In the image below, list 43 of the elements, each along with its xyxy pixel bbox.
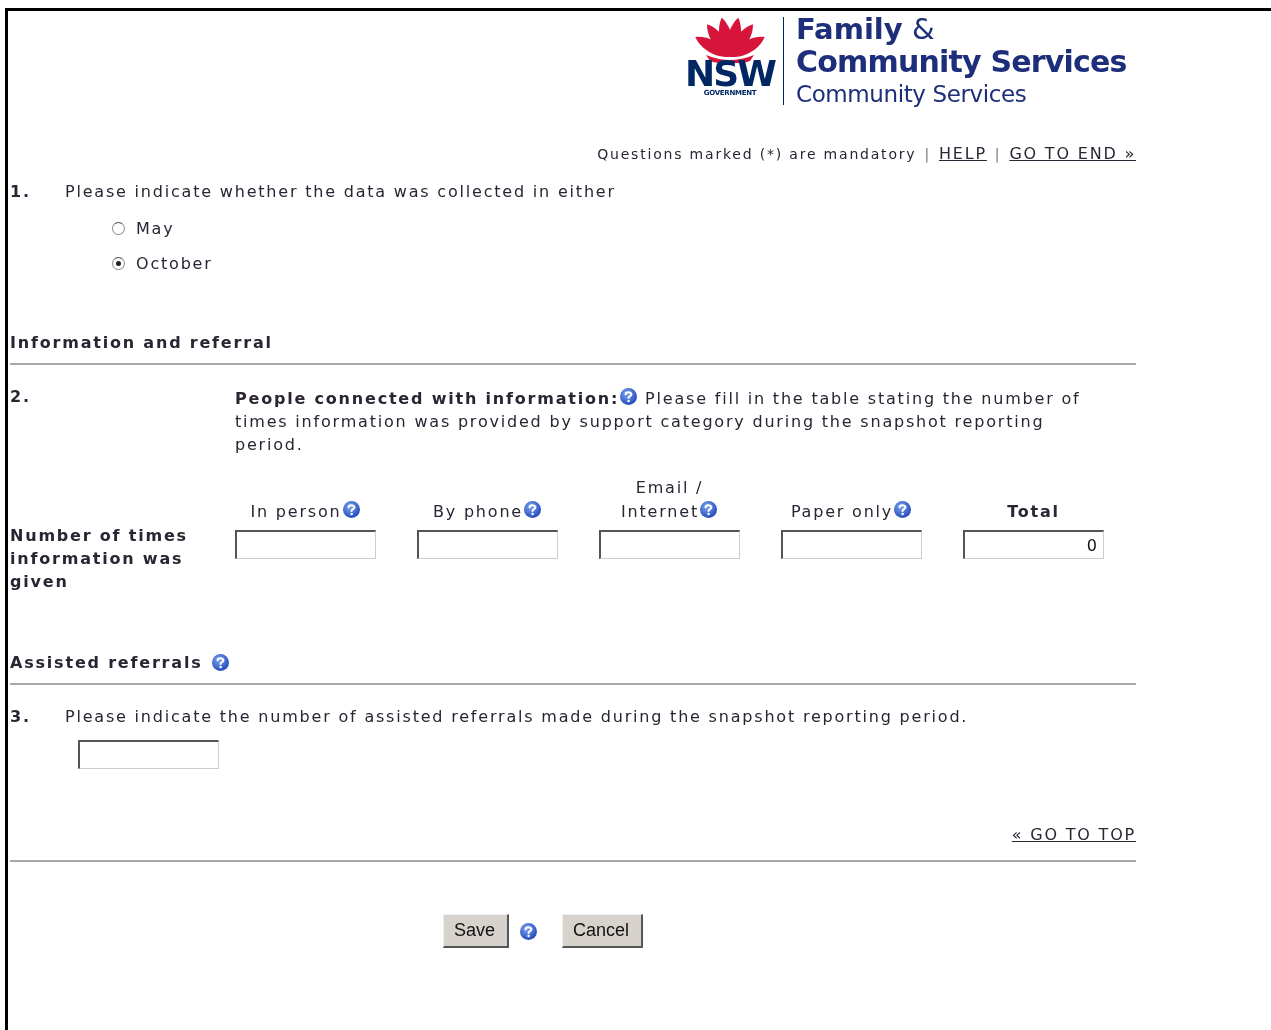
logo-title: Family & bbox=[796, 13, 936, 45]
go-to-top-link[interactable]: « GO TO TOP bbox=[1011, 825, 1136, 844]
form-button[interactable]: Save bbox=[442, 914, 509, 948]
question-number: 1. bbox=[10, 182, 32, 201]
number-field[interactable] bbox=[235, 530, 376, 559]
radio-button[interactable] bbox=[112, 257, 125, 270]
question-number: 3. bbox=[10, 707, 32, 726]
logo-text: NSW bbox=[685, 59, 775, 89]
question-text: People connected with information: Please fill in the table stating the number of times information was provided by support category during the snapshot reporting period. bbox=[235, 387, 1082, 456]
help-icon[interactable] bbox=[698, 500, 718, 519]
column-header: Email / Internet bbox=[621, 478, 704, 521]
option-label: October bbox=[136, 254, 213, 273]
number-field[interactable] bbox=[599, 530, 740, 559]
mandatory-note: Questions marked (*) are mandatory bbox=[597, 146, 917, 162]
row-label: Number of times information was given bbox=[10, 525, 189, 593]
help-icon[interactable] bbox=[893, 500, 913, 519]
column-header: Total bbox=[1007, 502, 1060, 521]
help-icon[interactable] bbox=[210, 652, 230, 672]
column-header: By phone bbox=[433, 502, 523, 521]
help-link[interactable]: HELP bbox=[938, 144, 987, 163]
section-heading: Information and referral bbox=[10, 332, 273, 352]
option-label: May bbox=[136, 219, 175, 238]
number-field[interactable] bbox=[78, 740, 219, 769]
help-icon[interactable] bbox=[341, 500, 361, 519]
help-icon[interactable] bbox=[523, 500, 542, 519]
section-heading: Assisted referrals bbox=[10, 652, 203, 672]
total-field[interactable]: 0 bbox=[963, 530, 1104, 559]
number-field[interactable] bbox=[781, 530, 922, 559]
help-icon[interactable] bbox=[519, 921, 538, 941]
question-text: Please indicate the number of assisted referrals made during the snapshot reporting period. bbox=[65, 707, 969, 726]
question-number: 2. bbox=[10, 387, 32, 408]
separator: | bbox=[924, 146, 931, 162]
form-button[interactable]: Cancel bbox=[562, 914, 644, 948]
go-to-end-link[interactable]: GO TO END » bbox=[1009, 144, 1136, 163]
logo-subtitle: Community Services bbox=[796, 80, 1028, 109]
logo-title: Community Services bbox=[796, 45, 1127, 79]
radio-button[interactable] bbox=[112, 222, 125, 235]
question-text: Please indicate whether the data was collected in either bbox=[65, 182, 616, 201]
separator: | bbox=[994, 146, 1002, 162]
column-header: In person bbox=[250, 502, 342, 521]
help-icon[interactable] bbox=[619, 387, 639, 406]
number-field[interactable] bbox=[417, 530, 558, 559]
column-header: Paper only bbox=[790, 502, 894, 521]
